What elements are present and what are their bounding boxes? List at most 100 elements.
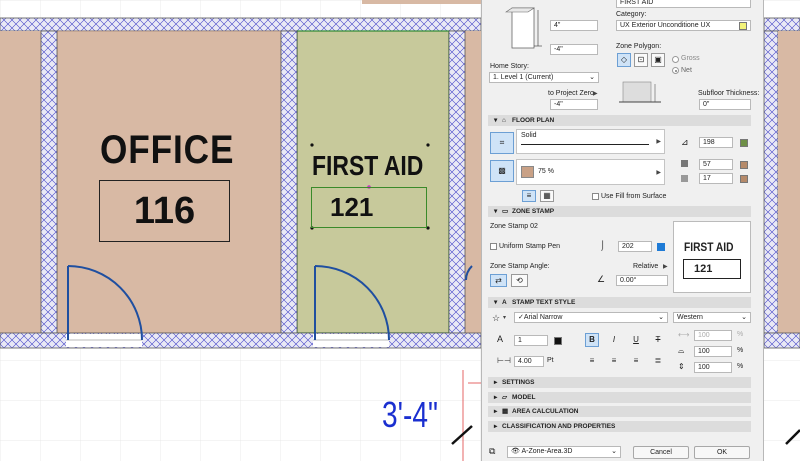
ok-button[interactable]: OK — [694, 446, 750, 459]
fill-pen-input[interactable]: 57 — [699, 159, 733, 170]
favorite-star-icon[interactable]: ☆ — [492, 313, 500, 324]
fill-distorted-icon[interactable]: ▦ — [540, 190, 554, 202]
strikethrough-button[interactable]: T — [651, 333, 665, 347]
layer-select[interactable]: 👁 A-Zone-Area.3D ⌄ — [507, 446, 621, 458]
text-size-input[interactable]: 4.00 — [514, 356, 544, 367]
text-pen-input[interactable]: 1 — [514, 335, 548, 346]
zone-name-input[interactable]: FIRST AID — [616, 0, 751, 8]
zone-height-diagram — [505, 7, 542, 49]
font-select[interactable]: ✓Arial Narrow ⌄ — [514, 312, 668, 323]
zone-settings-panel: 4" -4" FIRST AID Category: UX Exterior U… — [481, 0, 764, 461]
home-story-select[interactable]: 1. Level 1 (Current) ⌄ — [489, 72, 599, 83]
floor-pen-swatch[interactable] — [740, 139, 748, 147]
stamp-angle-input[interactable]: 0.00° — [616, 275, 668, 286]
width-factor-icon: ⟷ — [678, 330, 690, 339]
zone-height-input[interactable]: 4" — [550, 20, 598, 31]
fill-orientation-icon[interactable]: ≡ — [522, 190, 536, 202]
fill-selector[interactable]: 75 % ▶ — [516, 159, 665, 185]
spacing-input[interactable]: 100 — [694, 346, 732, 357]
underline-button[interactable]: U — [629, 333, 643, 347]
zone-stamp-icon: ▭ — [502, 208, 509, 215]
net-radio[interactable] — [672, 67, 679, 74]
section-model[interactable]: ▸ ▱ MODEL — [488, 392, 751, 403]
model-icon: ▱ — [502, 394, 507, 401]
text-pen-swatch[interactable] — [554, 337, 562, 345]
background-pen-input[interactable]: 17 — [699, 173, 733, 184]
align-left-button[interactable]: ≡ — [585, 354, 599, 368]
text-style-icon: A — [502, 299, 507, 306]
width-percent-unit: % — [737, 331, 744, 338]
width-factor-input[interactable]: 100 — [694, 330, 732, 341]
cover-line-icon[interactable]: ⌗ — [490, 132, 514, 154]
stamp-angle-horizontal-icon[interactable]: ⇄ — [490, 274, 507, 287]
align-center-button[interactable]: ≡ — [607, 354, 621, 368]
favorite-arrow-icon[interactable]: ▾ — [503, 314, 506, 321]
height-factor-icon: ⇕ — [678, 362, 685, 371]
uniform-pen-checkbox[interactable] — [490, 243, 497, 250]
script-select[interactable]: Western ⌄ — [673, 312, 751, 323]
section-floor-plan[interactable]: ▾ ⌂ FLOOR PLAN — [488, 115, 751, 126]
room-first-aid[interactable] — [296, 30, 450, 334]
relative-label[interactable]: Relative — [633, 263, 658, 270]
section-stamp-text-style[interactable]: ▾ A STAMP TEXT STYLE — [488, 297, 751, 308]
expand-triangle-icon: ▾ — [494, 299, 498, 306]
section-classification[interactable]: ▸ CLASSIFICATION AND PROPERTIES — [488, 421, 751, 432]
project-zero-arrow-icon[interactable]: ▶ — [593, 90, 598, 97]
use-fill-checkbox[interactable] — [592, 193, 599, 200]
italic-button[interactable]: I — [607, 333, 621, 347]
gross-label: Gross — [681, 55, 700, 62]
stamp-preview-name: FIRST AID — [684, 240, 734, 254]
to-project-zero-input[interactable]: -4" — [550, 99, 598, 110]
door-opening-office — [66, 334, 142, 347]
background-pen-swatch[interactable] — [740, 175, 748, 183]
expand-triangle-icon: ▾ — [494, 117, 498, 124]
align-justify-button[interactable]: ≣ — [651, 354, 665, 368]
cancel-button[interactable]: Cancel — [633, 446, 689, 459]
polygon-auto-icon[interactable]: ▣ — [651, 53, 665, 67]
expand-triangle-icon: ▾ — [494, 208, 498, 215]
section-zone-stamp-title: ZONE STAMP — [512, 208, 555, 215]
section-area-calculation[interactable]: ▸ ▦ AREA CALCULATION — [488, 406, 751, 417]
polygon-manual-icon[interactable]: ◇ — [617, 53, 631, 67]
stamp-pen-swatch[interactable] — [657, 243, 665, 251]
category-value: UX Exterior Unconditione UX — [620, 22, 711, 29]
home-story-value: 1. Level 1 (Current) — [493, 74, 554, 81]
spacing-percent-unit: % — [737, 347, 744, 354]
upper-room-fragment — [362, 0, 481, 4]
collapsed-triangle-icon: ▸ — [494, 423, 498, 430]
office-room-number: 116 — [99, 180, 230, 242]
category-select[interactable]: UX Exterior Unconditione UX — [616, 20, 751, 31]
layer-value: A-Zone-Area.3D — [521, 448, 573, 455]
align-right-button[interactable]: ≡ — [629, 354, 643, 368]
first-aid-room-number: 121 — [311, 187, 427, 228]
chevron-down-icon: ⌄ — [741, 314, 747, 321]
stamp-preview: FIRST AID 121 — [673, 221, 751, 293]
cover-fill-icon[interactable]: ▩ — [490, 160, 514, 182]
line-type-selector[interactable]: Solid ▶ — [516, 129, 665, 154]
zone-offset-input[interactable]: -4" — [550, 44, 598, 55]
wall-vertical-1 — [40, 30, 58, 334]
category-color-swatch — [739, 22, 747, 30]
angle-icon: ∠ — [597, 274, 606, 284]
floor-pen-input[interactable]: 198 — [699, 137, 733, 148]
subfloor-input[interactable]: 0" — [699, 99, 751, 110]
relative-arrow-icon[interactable]: ▶ — [663, 263, 668, 270]
polygon-rectangle-icon[interactable]: ⊡ — [634, 53, 648, 67]
spacing-icon: ⌓ — [678, 346, 685, 355]
stamp-angle-rotate-icon[interactable]: ⟲ — [511, 274, 528, 287]
section-settings-title: SETTINGS — [502, 379, 535, 386]
chevron-down-icon: ⌄ — [589, 74, 595, 81]
wall-vertical-2 — [280, 30, 298, 334]
bold-button[interactable]: B — [585, 333, 599, 347]
stamp-pen-input[interactable]: 202 — [618, 241, 652, 252]
section-zone-stamp[interactable]: ▾ ▭ ZONE STAMP — [488, 206, 751, 217]
height-factor-input[interactable]: 100 — [694, 362, 732, 373]
room-right-fragment — [465, 31, 481, 333]
chevron-down-icon: ⌄ — [611, 448, 617, 455]
background-pen-icon — [681, 175, 688, 182]
use-fill-label: Use Fill from Surface — [601, 193, 667, 200]
gross-radio[interactable] — [672, 56, 679, 63]
section-settings[interactable]: ▸ SETTINGS — [488, 377, 751, 388]
stamp-pen-icon: ⌡ — [600, 240, 606, 250]
fill-pen-swatch[interactable] — [740, 161, 748, 169]
